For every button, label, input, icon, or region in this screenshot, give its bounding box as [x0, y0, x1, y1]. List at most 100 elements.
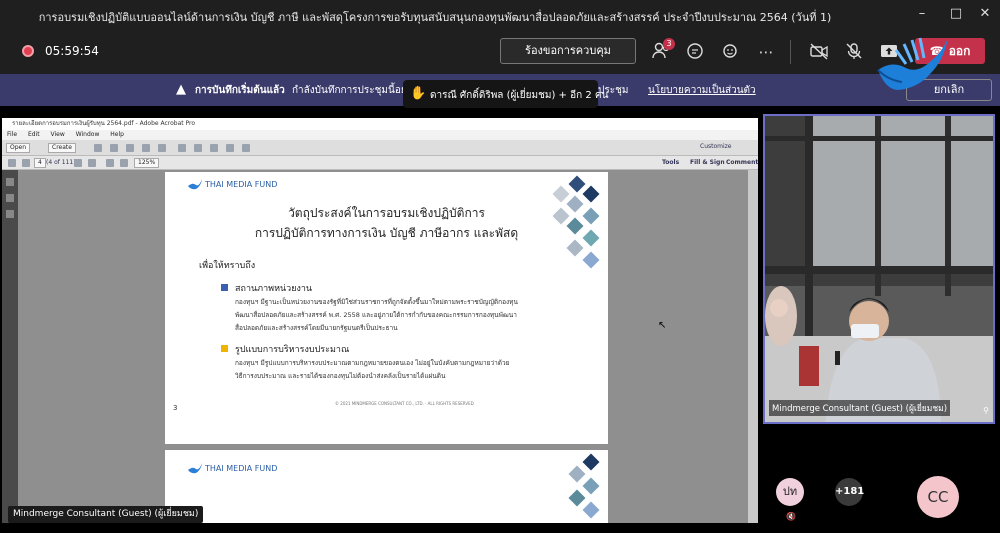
minimize-icon[interactable]: – — [912, 6, 932, 21]
stamp-icon[interactable] — [226, 144, 234, 152]
maximize-icon[interactable]: □ — [946, 6, 966, 21]
participant-pin-icon: ⚲ — [983, 406, 989, 415]
window-titlebar: การอบรมเชิงปฏิบัติแบบออนไลน์ด้านการเงิน … — [0, 0, 1000, 30]
attachments-panel-icon[interactable] — [6, 210, 14, 218]
create-button[interactable]: Create — [48, 143, 76, 153]
settings-icon[interactable] — [178, 144, 186, 152]
section1-heading: สถานภาพหน่วยงาน — [235, 284, 313, 294]
muted-mic-icon: 🔇 — [786, 512, 796, 521]
fund-bird-icon — [188, 463, 202, 474]
presenter-name-tag: Mindmerge Consultant (Guest) (ผู้เยี่ยมช… — [8, 506, 204, 523]
decor-square-icon — [568, 489, 586, 507]
attach-icon[interactable] — [242, 144, 250, 152]
more-participants-button[interactable]: +181 — [835, 478, 864, 506]
comment-tool-icon[interactable] — [194, 144, 202, 152]
request-control-button[interactable]: ร้องขอการควบคุม — [500, 38, 636, 64]
menu-window[interactable]: Window — [76, 131, 100, 138]
decor-square-icon — [568, 175, 586, 193]
print-icon[interactable] — [94, 144, 102, 152]
mouse-cursor-icon: ↖ — [658, 320, 667, 331]
email-icon[interactable] — [126, 144, 134, 152]
page-number-input[interactable]: 4 — [34, 158, 46, 168]
hand-tool-icon[interactable] — [88, 159, 96, 167]
tools-tab[interactable]: Tools — [662, 159, 679, 166]
logo-text: THAI MEDIA FUND — [205, 464, 278, 473]
highlight-icon[interactable] — [210, 144, 218, 152]
decor-square-icon — [582, 185, 600, 203]
slide-title-line2: การปฏิบัติการทางการเงิน บัญชี ภาษีอากร แ… — [254, 226, 519, 240]
acrobat-toolbar: Open Create Customize — [2, 140, 758, 156]
slide-title-line1: วัตถุประสงค์ในการอบรมเชิงปฏิบัติการ — [288, 206, 485, 220]
more-options-icon[interactable]: ⋯ — [755, 41, 777, 63]
pdf-page: THAI MEDIA FUND วัตถุประสงค์ในการอบรมเชิ… — [165, 172, 608, 444]
participant-avatar[interactable]: CC — [917, 476, 959, 518]
acrobat-menubar: File Edit View Window Help — [2, 130, 758, 140]
pages-panel-icon[interactable] — [6, 178, 14, 186]
zoom-select[interactable]: 125% — [134, 158, 160, 168]
section1-line2: พัฒนาสื่อปลอดภัยและสร้างสรรค์ พ.ศ. 2558 … — [235, 311, 517, 319]
acrobat-nav-toolbar: 4 (4 of 111) 125% Tools Fill & Sign Comm… — [2, 156, 758, 170]
share-icon[interactable] — [158, 144, 166, 152]
section2-line1: กองทุนฯ มีรูปแบบการบริหารงบประมาณตามกฎหม… — [235, 359, 510, 367]
slide-footer: © 2021 MINDMERGE CONSULTANT CO., LTD. · … — [335, 401, 474, 406]
shared-screen: รายละเอียดการอบรมการเงินผู้รับทุน 2564.p… — [0, 112, 760, 527]
raised-hands-text: ดารณี ศักดิ์ดิริพล (ผู้เยี่ยมชม) + อีก 2… — [430, 90, 609, 101]
slide-subtitle: เพื่อให้ทราบถึง — [199, 261, 256, 271]
save-icon[interactable] — [110, 144, 118, 152]
comment-tab[interactable]: Comment — [726, 159, 758, 166]
reactions-icon[interactable] — [720, 41, 742, 63]
privacy-policy-link[interactable]: นโยบายความเป็นส่วนตัว — [648, 83, 756, 98]
decor-square-icon — [582, 453, 600, 471]
fill-sign-tab[interactable]: Fill & Sign — [690, 159, 725, 166]
pdf-page-next: THAI MEDIA FUND — [165, 450, 608, 523]
customize-button[interactable]: Customize — [700, 143, 732, 150]
raised-hands-notification[interactable]: ✋ ดารณี ศักดิ์ดิริพล (ผู้เยี่ยมชม) + อีก… — [403, 80, 608, 108]
raised-hand-icon: ✋ — [410, 86, 427, 101]
toolbar-divider — [790, 40, 791, 64]
participant-video-tile[interactable]: Mindmerge Consultant (Guest) (ผู้เยี่ยมช… — [763, 114, 995, 424]
section1-line3: สื่อปลอดภัยและสร้างสรรค์โดยมีนายกรัฐมนตร… — [235, 324, 398, 332]
acrobat-title: รายละเอียดการอบรมการเงินผู้รับทุน 2564.p… — [2, 118, 758, 130]
next-page-icon[interactable] — [22, 159, 30, 167]
page-count: (4 of 111) — [46, 159, 76, 166]
menu-help[interactable]: Help — [110, 131, 124, 138]
section1-line1: กองทุนฯ มีฐานะเป็นหน่วยงานของรัฐที่มิใช่… — [235, 298, 518, 306]
warning-icon: ▲ — [176, 82, 186, 97]
acrobat-window: รายละเอียดการอบรมการเงินผู้รับทุน 2564.p… — [2, 118, 758, 523]
close-icon[interactable]: ✕ — [975, 6, 995, 21]
yellow-bullet-icon — [221, 345, 228, 352]
menu-view[interactable]: View — [51, 131, 65, 138]
document-scrollbar[interactable] — [748, 170, 758, 523]
meeting-timer: 05:59:54 — [45, 44, 99, 58]
navigation-pane — [2, 170, 18, 523]
zoom-out-icon[interactable] — [106, 159, 114, 167]
recording-icon — [22, 45, 34, 57]
section2-line2: วิธีการงบประมาณ และรายได้ของกองทุนไม่ต้อ… — [235, 372, 446, 380]
meeting-toolbar: 05:59:54 ร้องขอการควบคุม 3 ⋯ ☎ ออก — [0, 30, 1000, 74]
select-tool-icon[interactable] — [74, 159, 82, 167]
open-button[interactable]: Open — [6, 143, 31, 153]
participants-badge: 3 — [663, 38, 675, 50]
blue-bullet-icon — [221, 284, 228, 291]
mic-off-icon[interactable] — [843, 41, 865, 63]
window-title: การอบรมเชิงปฏิบัติแบบออนไลน์ด้านการเงิน … — [38, 11, 832, 24]
camera-feed — [765, 116, 993, 422]
prev-page-icon[interactable] — [8, 159, 16, 167]
cloud-icon[interactable] — [142, 144, 150, 152]
logo-text: THAI MEDIA FUND — [205, 180, 278, 189]
decor-square-icon — [552, 185, 570, 203]
fund-bird-icon — [188, 179, 202, 190]
menu-edit[interactable]: Edit — [28, 131, 40, 138]
leave-label: ออก — [948, 44, 971, 58]
chat-icon[interactable] — [684, 41, 706, 63]
zoom-in-icon[interactable] — [120, 159, 128, 167]
camera-off-icon[interactable] — [808, 41, 830, 63]
thai-media-fund-logo: THAI MEDIA FUND — [187, 460, 277, 478]
menu-file[interactable]: File — [7, 131, 17, 138]
bookmarks-panel-icon[interactable] — [6, 194, 14, 202]
thai-media-fund-logo: THAI MEDIA FUND — [187, 176, 277, 194]
decor-square-icon — [582, 501, 600, 519]
decor-square-icon — [582, 251, 600, 269]
participant-avatar[interactable]: ปท — [776, 478, 804, 506]
section2-heading: รูปแบบการบริหารงบประมาณ — [235, 345, 350, 355]
